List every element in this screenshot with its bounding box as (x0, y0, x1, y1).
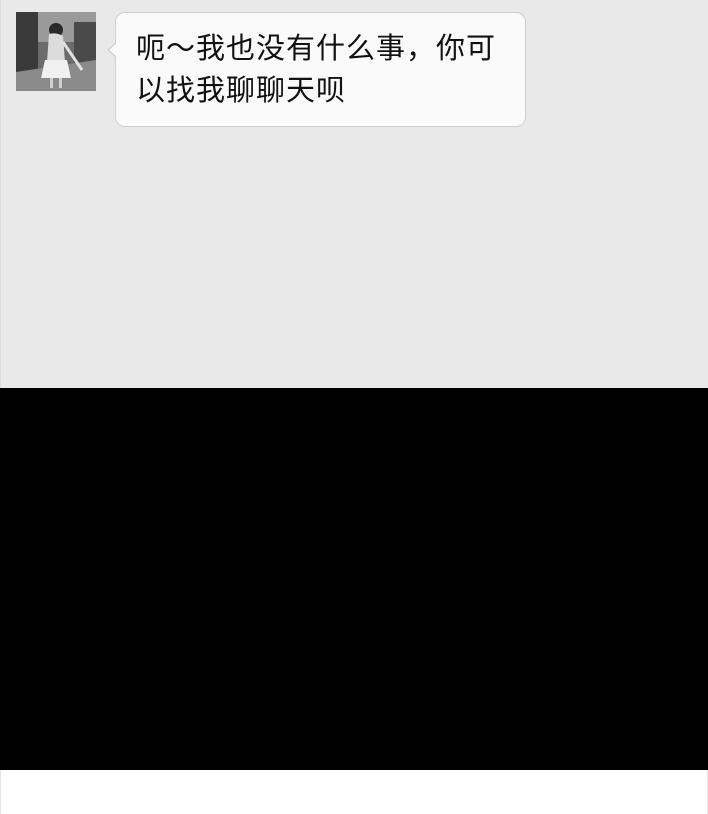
message-text: 呃～我也没有什么事，你可以找我聊聊天呗 (136, 31, 497, 107)
bottom-strip (0, 770, 708, 814)
message-bubble[interactable]: 呃～我也没有什么事，你可以找我聊聊天呗 (107, 12, 526, 127)
contact-avatar[interactable] (16, 12, 96, 91)
avatar-photo-icon (16, 12, 96, 91)
bubble-tail (107, 42, 117, 58)
blank-panel (0, 388, 708, 770)
chat-area: 呃～我也没有什么事，你可以找我聊聊天呗 (0, 0, 708, 388)
